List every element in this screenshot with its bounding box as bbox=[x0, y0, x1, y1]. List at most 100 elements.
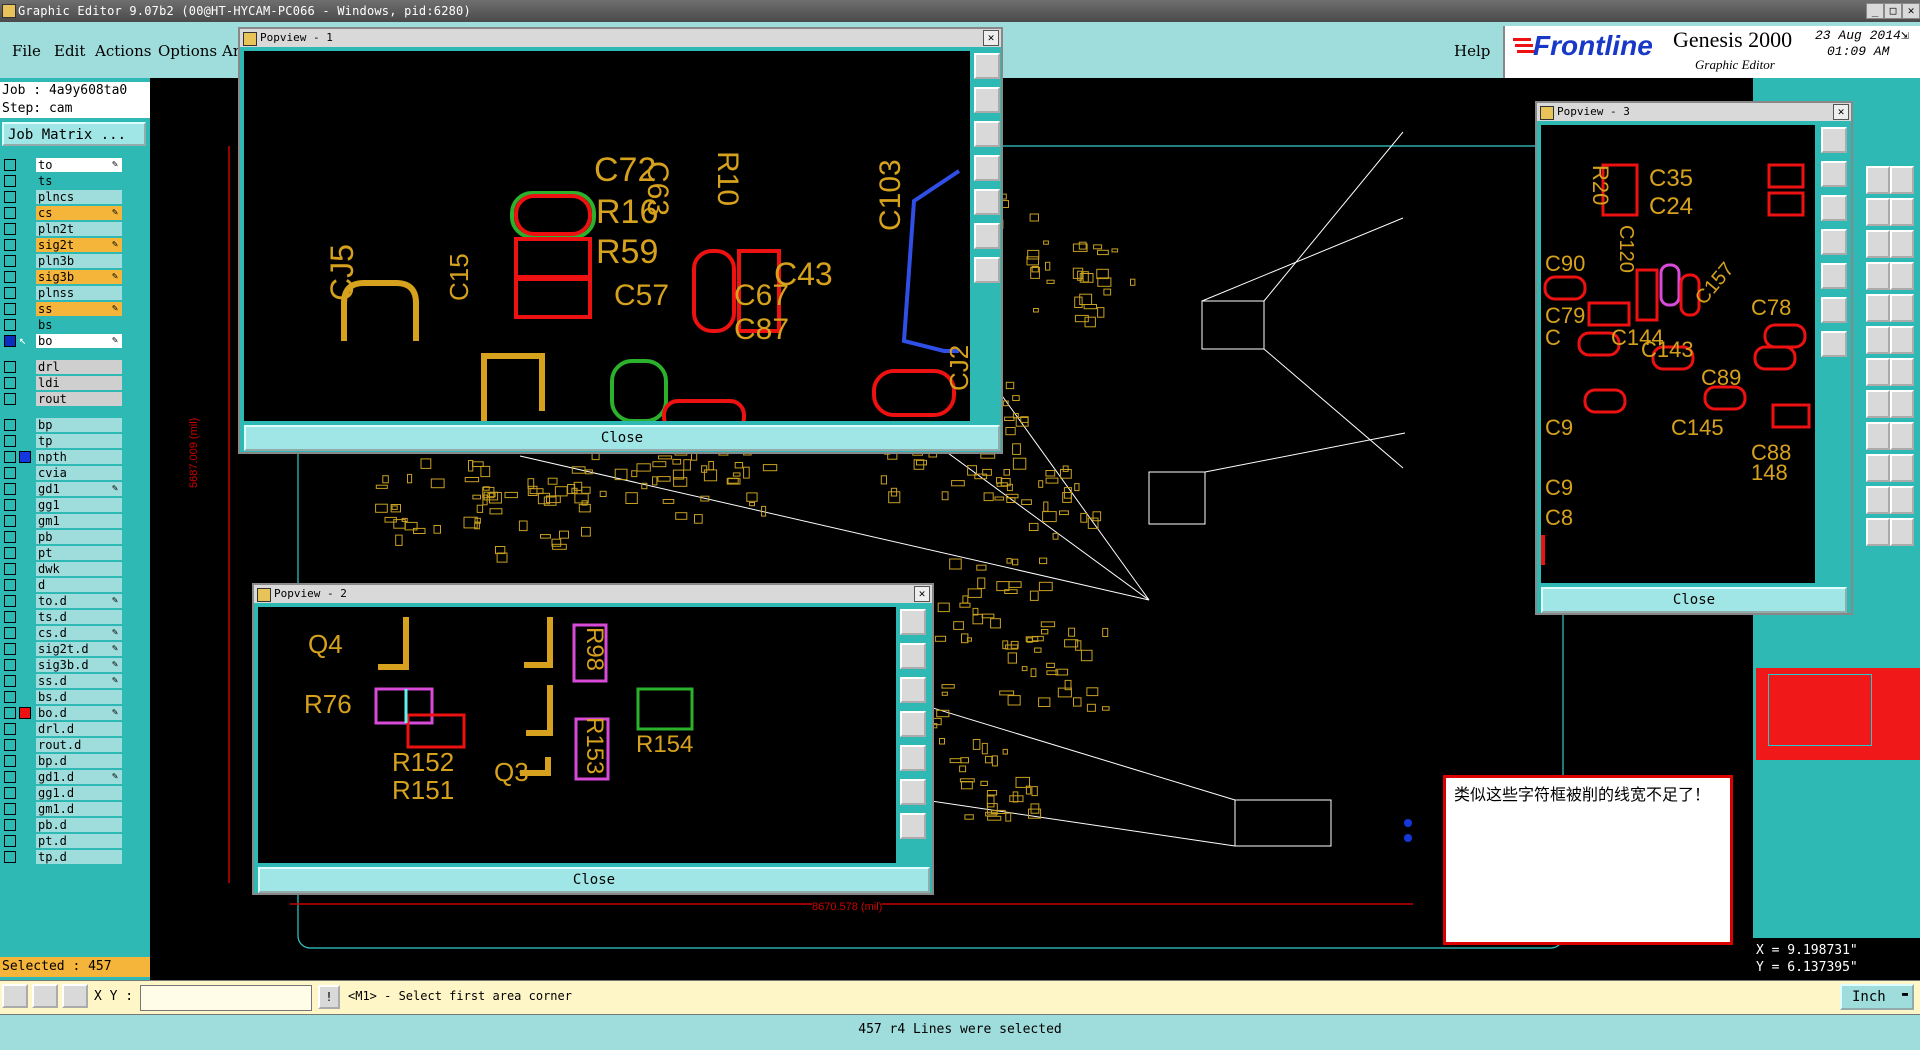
layer-checkbox[interactable] bbox=[4, 287, 16, 299]
layer-row[interactable]: cs.d ✎ bbox=[4, 626, 122, 640]
view-tool-button[interactable] bbox=[1890, 198, 1914, 226]
layer-checkbox[interactable] bbox=[4, 563, 16, 575]
layer-checkbox[interactable] bbox=[4, 435, 16, 447]
minimize-button[interactable]: _ bbox=[1866, 3, 1884, 19]
layer-checkbox[interactable] bbox=[4, 239, 16, 251]
popview-2-close-icon[interactable]: ✕ bbox=[914, 586, 930, 602]
popview-3-tool-5[interactable] bbox=[1821, 263, 1847, 289]
layer-row[interactable]: d bbox=[4, 578, 122, 592]
layer-checkbox[interactable] bbox=[4, 595, 16, 607]
layer-row[interactable]: cs ✎ bbox=[4, 206, 122, 220]
view-tool-button[interactable] bbox=[1866, 198, 1890, 226]
layer-checkbox[interactable] bbox=[4, 335, 16, 347]
menu-file[interactable]: File bbox=[12, 42, 41, 60]
layer-checkbox[interactable] bbox=[4, 739, 16, 751]
view-tool-button[interactable] bbox=[1890, 486, 1914, 514]
layer-checkbox[interactable] bbox=[4, 175, 16, 187]
layer-row[interactable]: ss.d ✎ bbox=[4, 674, 122, 688]
layer-row[interactable]: plncs bbox=[4, 190, 122, 204]
layer-row[interactable]: bp bbox=[4, 418, 122, 432]
popview-3-tool-3[interactable] bbox=[1821, 195, 1847, 221]
layer-checkbox[interactable] bbox=[4, 675, 16, 687]
layer-row[interactable]: dwk bbox=[4, 562, 122, 576]
popview-1-close-icon[interactable]: ✕ bbox=[983, 30, 999, 46]
view-tool-button[interactable] bbox=[1890, 230, 1914, 258]
popview-2-tool-2[interactable] bbox=[900, 643, 926, 669]
overview-map[interactable] bbox=[1756, 668, 1920, 760]
maximize-button[interactable]: □ bbox=[1884, 3, 1902, 19]
menu-edit[interactable]: Edit bbox=[54, 42, 85, 60]
layer-row[interactable]: gg1.d bbox=[4, 786, 122, 800]
layer-row[interactable]: pb.d bbox=[4, 818, 122, 832]
layer-checkbox[interactable] bbox=[4, 361, 16, 373]
layer-checkbox[interactable] bbox=[4, 393, 16, 405]
popview-1-canvas[interactable]: C72 R16 R59 C63 R10 C57 C67 C87 C43 C103 CJ5 C15 CJ2 bbox=[244, 51, 970, 421]
popview-1-tool-2[interactable] bbox=[974, 87, 1000, 113]
view-tool-button[interactable] bbox=[1890, 358, 1914, 386]
layer-row[interactable]: plnss bbox=[4, 286, 122, 300]
layer-checkbox[interactable] bbox=[4, 451, 16, 463]
popview-3-tool-2[interactable] bbox=[1821, 161, 1847, 187]
layer-checkbox[interactable] bbox=[4, 723, 16, 735]
layer-checkbox[interactable] bbox=[4, 159, 16, 171]
layer-checkbox[interactable] bbox=[4, 643, 16, 655]
layer-checkbox[interactable] bbox=[4, 755, 16, 767]
popview-3-tool-1[interactable] bbox=[1821, 127, 1847, 153]
popview-3-tool-7[interactable] bbox=[1821, 331, 1847, 357]
layer-row[interactable]: pln2t bbox=[4, 222, 122, 236]
layer-row[interactable]: ss ✎ bbox=[4, 302, 122, 316]
popview-2-tool-6[interactable] bbox=[900, 779, 926, 805]
layer-row[interactable]: bs.d bbox=[4, 690, 122, 704]
layer-row[interactable]: rout bbox=[4, 392, 122, 406]
layer-checkbox[interactable] bbox=[4, 627, 16, 639]
popview-1-tool-6[interactable] bbox=[974, 223, 1000, 249]
layer-checkbox[interactable] bbox=[4, 851, 16, 863]
prompt-info-icon[interactable]: ! bbox=[318, 985, 340, 1009]
popview-3-canvas[interactable]: C35 C24 R20 C120 C90 C79 C157 C78 C144 C143 C89 C14… bbox=[1541, 125, 1815, 583]
layer-row[interactable]: cvia bbox=[4, 466, 122, 480]
popview-2-tool-5[interactable] bbox=[900, 745, 926, 771]
view-tool-button[interactable] bbox=[1890, 422, 1914, 450]
layer-checkbox[interactable] bbox=[4, 419, 16, 431]
layer-row[interactable]: pt.d bbox=[4, 834, 122, 848]
layer-checkbox[interactable] bbox=[4, 547, 16, 559]
layer-row[interactable]: ts bbox=[4, 174, 122, 188]
xy-input[interactable] bbox=[140, 985, 312, 1011]
popview-1-tool-7[interactable] bbox=[974, 257, 1000, 283]
view-tool-button[interactable] bbox=[1866, 454, 1890, 482]
layer-checkbox[interactable] bbox=[4, 819, 16, 831]
view-tool-button[interactable] bbox=[1866, 166, 1890, 194]
layer-checkbox[interactable] bbox=[4, 787, 16, 799]
view-tool-button[interactable] bbox=[1866, 518, 1890, 546]
layer-row[interactable]: ↖ bo ✎ bbox=[4, 333, 122, 348]
layer-row[interactable]: drl.d bbox=[4, 722, 122, 736]
layer-row[interactable]: pt bbox=[4, 546, 122, 560]
view-tool-button[interactable] bbox=[1866, 262, 1890, 290]
layer-checkbox[interactable] bbox=[4, 467, 16, 479]
view-tool-button[interactable] bbox=[1866, 390, 1890, 418]
view-tool-button[interactable] bbox=[1890, 454, 1914, 482]
layer-checkbox[interactable] bbox=[4, 771, 16, 783]
popview-1-close-button[interactable]: Close bbox=[244, 425, 1000, 451]
menu-options[interactable]: Options bbox=[158, 42, 217, 60]
layer-checkbox[interactable] bbox=[4, 531, 16, 543]
layer-checkbox[interactable] bbox=[4, 255, 16, 267]
popview-2-tool-1[interactable] bbox=[900, 609, 926, 635]
close-window-button[interactable]: ✕ bbox=[1902, 3, 1920, 19]
layer-checkbox[interactable] bbox=[4, 303, 16, 315]
layer-checkbox[interactable] bbox=[4, 499, 16, 511]
layer-row[interactable]: sig3b.d ✎ bbox=[4, 658, 122, 672]
popview-1-tool-1[interactable] bbox=[974, 53, 1000, 79]
layer-row[interactable]: gm1.d bbox=[4, 802, 122, 816]
layer-checkbox[interactable] bbox=[4, 483, 16, 495]
layer-checkbox[interactable] bbox=[4, 835, 16, 847]
view-tool-button[interactable] bbox=[1866, 230, 1890, 258]
popview-1-tool-3[interactable] bbox=[974, 121, 1000, 147]
layer-checkbox[interactable] bbox=[4, 611, 16, 623]
layer-row[interactable]: to ✎ bbox=[4, 158, 122, 172]
layer-checkbox[interactable] bbox=[4, 659, 16, 671]
layer-row[interactable]: tp.d bbox=[4, 850, 122, 864]
layer-row[interactable]: to.d ✎ bbox=[4, 594, 122, 608]
view-tool-button[interactable] bbox=[1866, 486, 1890, 514]
layer-row[interactable]: bs bbox=[4, 318, 122, 332]
